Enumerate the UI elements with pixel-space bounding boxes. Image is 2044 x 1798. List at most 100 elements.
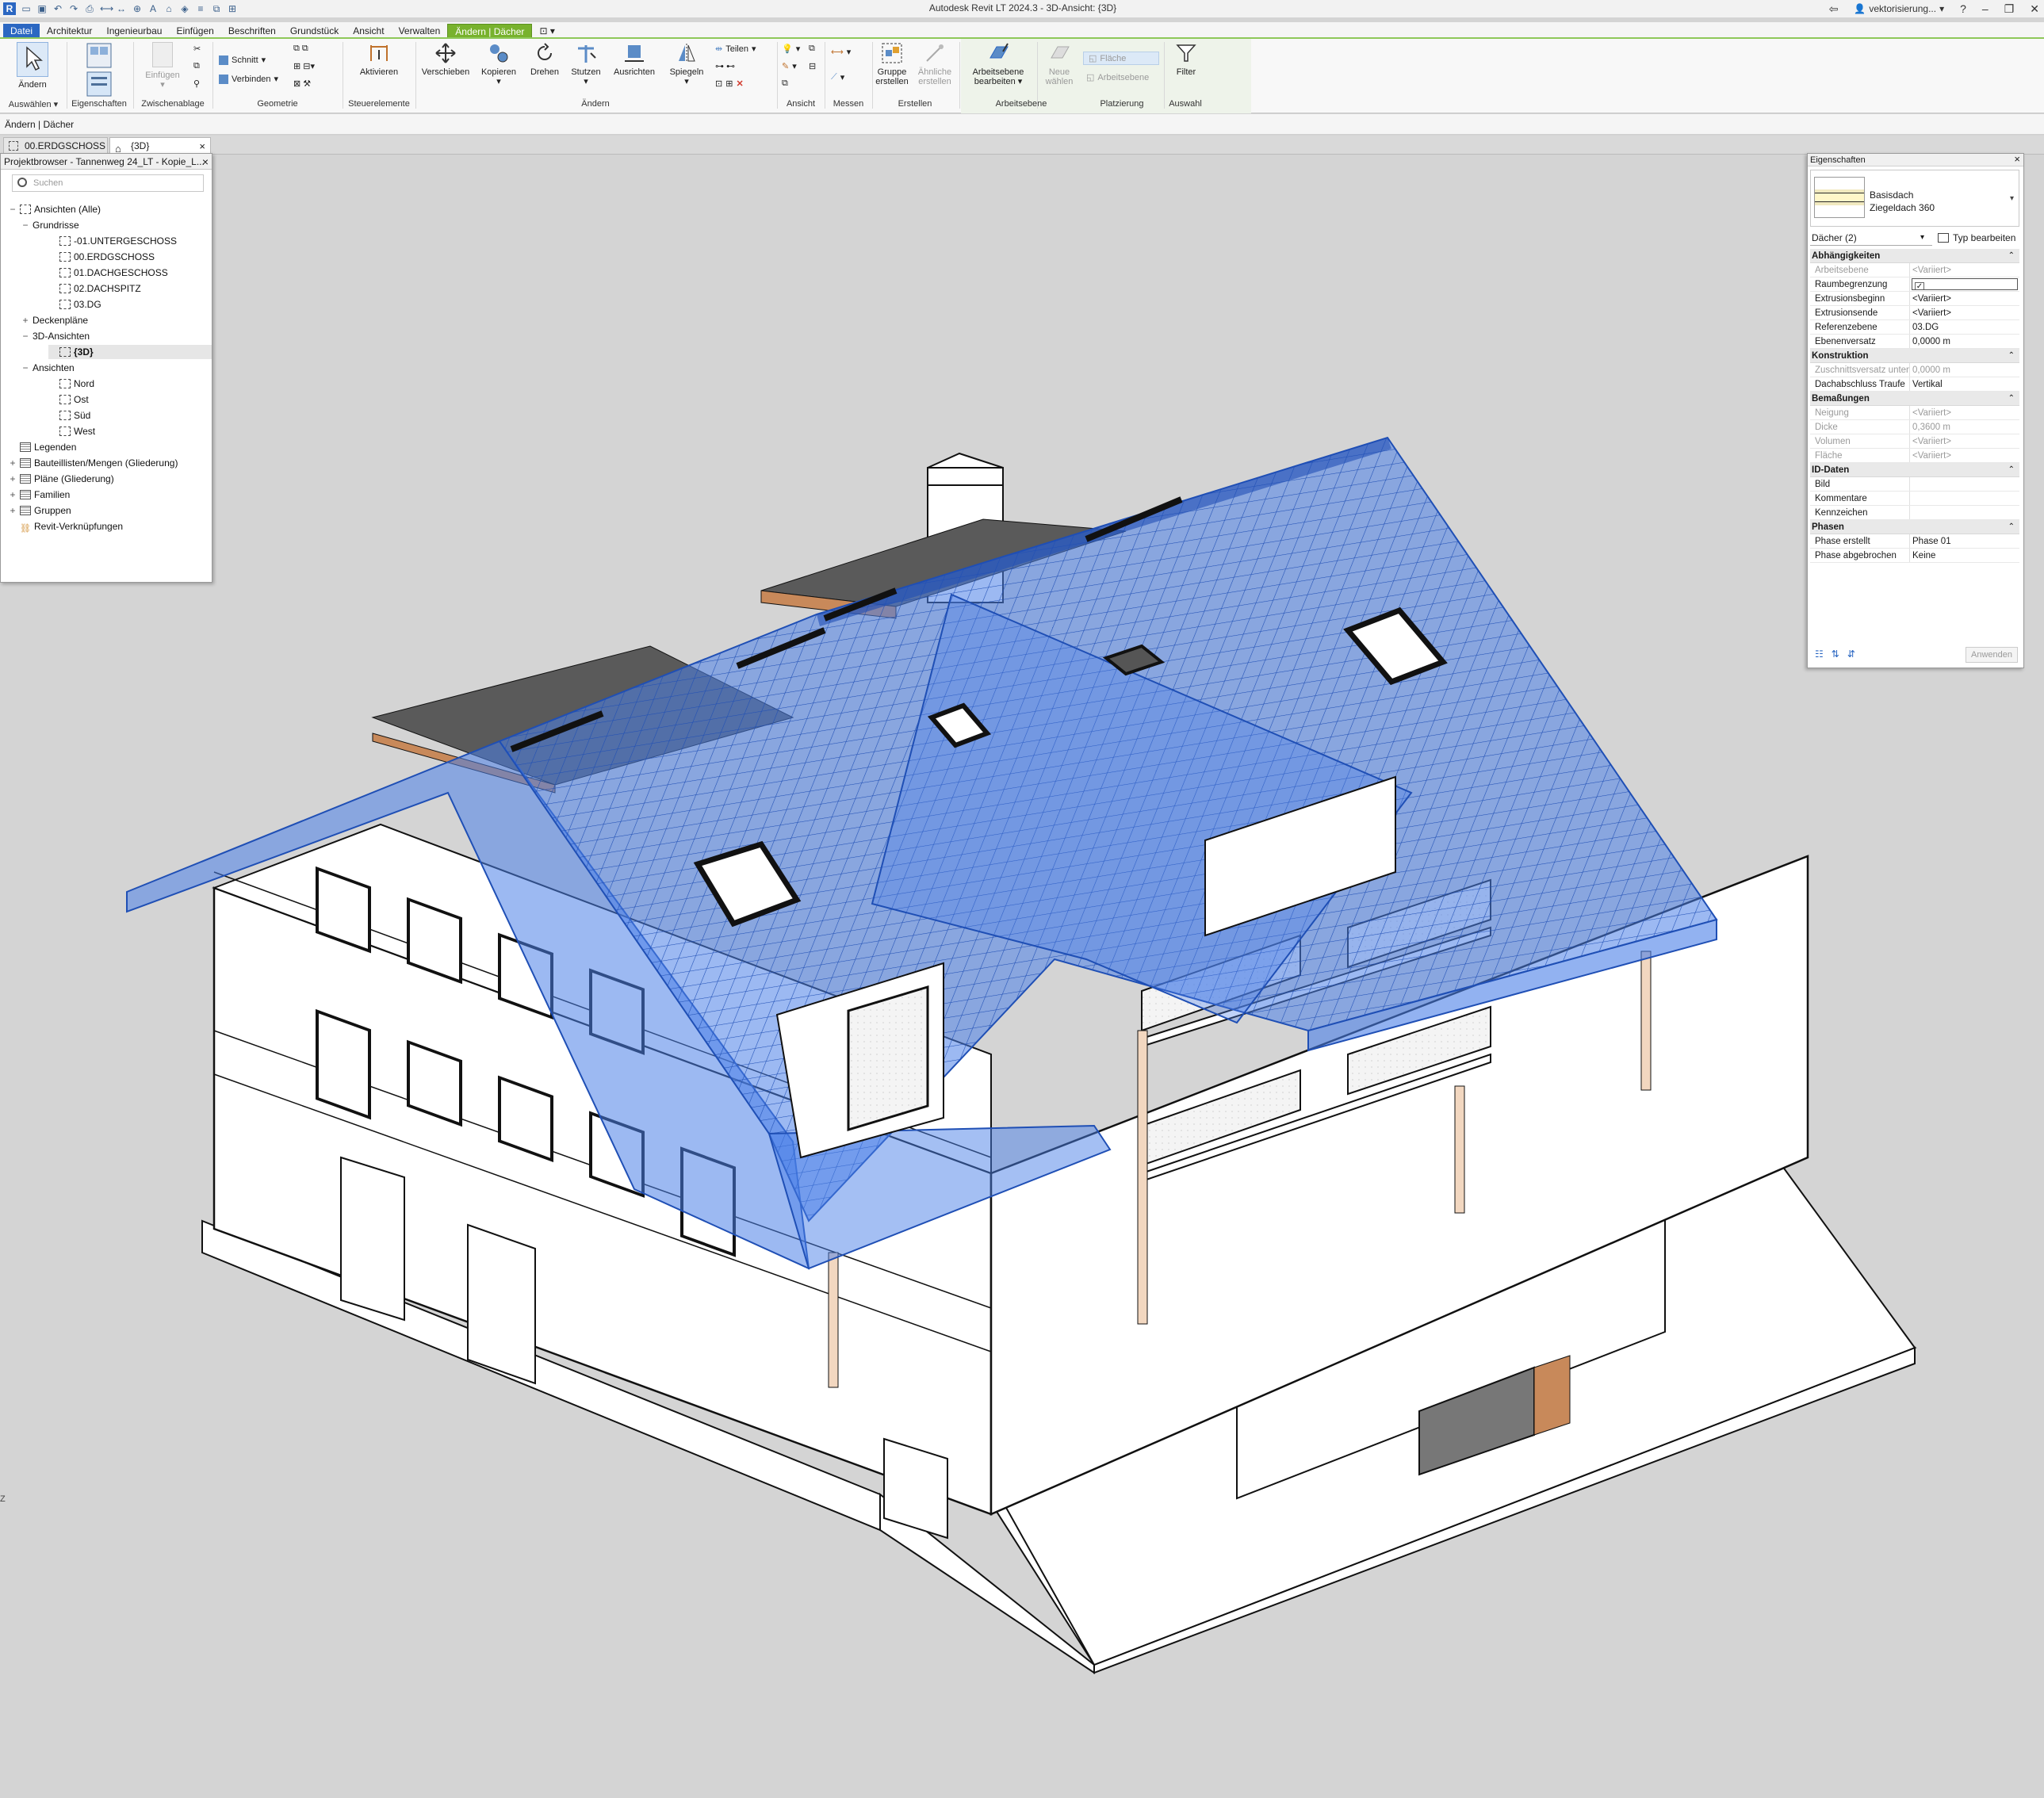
tab-grundstueck[interactable]: Grundstück: [283, 24, 346, 38]
edit-workplane-button[interactable]: Arbeitsebene bearbeiten ▾: [964, 42, 1032, 86]
trim-button[interactable]: Stutzen ▾: [566, 42, 606, 86]
tree-ansichten[interactable]: − Ansichten: [21, 361, 74, 375]
restore-icon[interactable]: ❐: [2004, 2, 2015, 16]
project-browser-title[interactable]: Projektbrowser - Tannenweg 24_LT - Kopie…: [1, 154, 212, 170]
close-icon[interactable]: ×: [2014, 153, 2020, 166]
collapse-icon[interactable]: ⌃: [2008, 520, 2015, 534]
prop-dachabschluss[interactable]: Dachabschluss Traufe Vertikal: [1810, 377, 2019, 392]
tab-datei[interactable]: Datei: [3, 24, 40, 38]
expand-icon[interactable]: +: [9, 503, 17, 518]
tree-3d-ansichten[interactable]: −3D-Ansichten: [21, 329, 90, 343]
open-icon[interactable]: ▭: [21, 3, 32, 14]
move-button[interactable]: Verschieben: [420, 42, 471, 77]
mirror-button[interactable]: Spiegeln ▾: [663, 42, 710, 86]
print-icon[interactable]: ⎙: [84, 3, 95, 14]
filter-button[interactable]: Filter: [1169, 42, 1204, 77]
text-icon[interactable]: A: [147, 3, 159, 14]
sort-descending-icon[interactable]: ⇵: [1847, 648, 1855, 660]
tree-3d[interactable]: {3D}: [48, 345, 212, 359]
group-phasen[interactable]: Phasen ⌃: [1810, 520, 2019, 534]
cut-geometry-button[interactable]: Schnitt ▾: [219, 55, 266, 65]
array-icon[interactable]: ⊞: [725, 78, 733, 89]
dimension-icon[interactable]: ↔: [116, 3, 127, 14]
scale-icon[interactable]: ⊡: [715, 78, 722, 89]
pick-new-button[interactable]: Neue wählen: [1039, 42, 1080, 86]
create-similar-button[interactable]: Ähnliche erstellen: [912, 42, 958, 86]
dropdown-arrow-icon[interactable]: ▾: [2010, 194, 2014, 203]
activate-button[interactable]: Aktivieren: [354, 42, 404, 77]
tree-nord[interactable]: Nord: [48, 377, 94, 391]
dimension-tool-icon[interactable]: ⟋ ▾: [831, 72, 844, 82]
collapse-icon[interactable]: −: [21, 329, 29, 343]
align-button[interactable]: Ausrichten: [609, 42, 660, 77]
prop-referenzebene[interactable]: Referenzebene 03.DG: [1810, 320, 2019, 335]
prop-bild[interactable]: Bild: [1810, 477, 2019, 492]
view-tool-1-icon[interactable]: ⧉: [809, 44, 815, 54]
prop-phase-erstellt[interactable]: Phase erstellt Phase 01: [1810, 534, 2019, 549]
close-tab-icon[interactable]: ×: [199, 138, 205, 155]
join-button[interactable]: Verbinden ▾: [219, 74, 278, 84]
group-bemassungen[interactable]: Bemaßungen ⌃: [1810, 392, 2019, 406]
prop-extrusionsbeginn[interactable]: Extrusionsbeginn <Variiert>: [1810, 292, 2019, 306]
face-button[interactable]: ◱ Fläche: [1083, 52, 1159, 65]
geometry-tool-3-icon[interactable]: ⊠ ⚒: [293, 78, 311, 89]
paint-icon[interactable]: ⧉: [782, 78, 788, 89]
tab-ansicht[interactable]: Ansicht: [346, 24, 391, 38]
categorized-icon[interactable]: ☷: [1815, 648, 1824, 660]
instance-filter[interactable]: Dächer (2): [1810, 230, 1932, 246]
delete-icon[interactable]: ✕: [736, 78, 743, 89]
save-icon[interactable]: ▣: [36, 3, 48, 14]
match-icon[interactable]: ⚲: [193, 78, 200, 89]
section-icon[interactable]: ◈: [179, 3, 190, 14]
close-icon[interactable]: ×: [202, 154, 209, 170]
measure-icon[interactable]: ⟷: [100, 3, 113, 14]
geometry-tool-2-icon[interactable]: ⊞ ⊟▾: [293, 61, 315, 71]
prop-ebenenversatz[interactable]: Ebenenversatz 0,0000 m: [1810, 335, 2019, 349]
tree-sued[interactable]: Süd: [48, 408, 90, 423]
tab-architektur[interactable]: Architektur: [40, 24, 99, 38]
tree-untergeschoss[interactable]: -01.UNTERGESCHOSS: [48, 234, 177, 248]
expand-icon[interactable]: +: [9, 456, 17, 470]
tree-deckenplaene[interactable]: + Deckenpläne: [21, 313, 88, 327]
group-id-daten[interactable]: ID-Daten ⌃: [1810, 463, 2019, 477]
tree-revit-verknuepfungen[interactable]: ⛓ Revit-Verknüpfungen: [9, 519, 123, 534]
building-model[interactable]: [0, 155, 2044, 1798]
tree-dachspitz[interactable]: 02.DACHSPITZ: [48, 281, 141, 296]
properties-title[interactable]: Eigenschaften ×: [1808, 153, 2023, 166]
measure-between-icon[interactable]: ⟷ ▾: [831, 47, 851, 57]
paste-button[interactable]: Einfügen ▾: [141, 42, 184, 90]
collapse-icon[interactable]: ⌃: [2008, 463, 2015, 477]
rotate-button[interactable]: Drehen: [526, 42, 563, 77]
prop-kennzeichen[interactable]: Kennzeichen: [1810, 506, 2019, 520]
tag-icon[interactable]: ⊕: [132, 3, 143, 14]
group-konstruktion[interactable]: Konstruktion ⌃: [1810, 349, 2019, 363]
tab-options-icon[interactable]: ⊡ ▾: [532, 24, 561, 38]
undo-icon[interactable]: ↶: [52, 3, 63, 14]
tree-03dg[interactable]: 03.DG: [48, 297, 101, 312]
type-selector[interactable]: Basisdach Ziegeldach 360 ▾: [1810, 170, 2019, 227]
sort-ascending-icon[interactable]: ⇅: [1832, 648, 1839, 660]
hide-icon[interactable]: 💡 ▾: [782, 44, 800, 54]
prop-extrusionsende[interactable]: Extrusionsende <Variiert>: [1810, 306, 2019, 320]
tree-familien[interactable]: + Familien: [9, 488, 70, 502]
geometry-tool-1-icon[interactable]: ⧉ ⧉: [293, 44, 308, 54]
help-icon[interactable]: ?: [1960, 2, 1966, 15]
tab-beschriften[interactable]: Beschriften: [221, 24, 283, 38]
tree-ansichten-alle[interactable]: − Ansichten (Alle): [9, 202, 101, 216]
revit-logo[interactable]: R: [3, 2, 16, 15]
collapse-icon[interactable]: ⌃: [2008, 249, 2015, 263]
close-hidden-icon[interactable]: ⧉: [211, 3, 222, 14]
prop-phase-abgebrochen[interactable]: Phase abgebrochen Keine: [1810, 549, 2019, 563]
create-group-button[interactable]: Gruppe erstellen: [872, 42, 912, 86]
copy-icon[interactable]: ⧉: [193, 61, 200, 71]
collapse-icon[interactable]: −: [21, 218, 29, 232]
expand-icon[interactable]: +: [9, 488, 17, 502]
tab-verwalten[interactable]: Verwalten: [392, 24, 448, 38]
collapse-icon[interactable]: −: [21, 361, 29, 375]
split-button[interactable]: ⇹ Teilen ▾: [715, 44, 756, 55]
view-tab-3d[interactable]: ⌂ {3D} ×: [109, 137, 211, 155]
override-icon[interactable]: ✎ ▾: [782, 61, 797, 71]
room-bounding-checkbox[interactable]: ✓: [1915, 282, 1924, 289]
minimize-icon[interactable]: –: [1982, 2, 1988, 15]
prop-kommentare[interactable]: Kommentare: [1810, 492, 2019, 506]
